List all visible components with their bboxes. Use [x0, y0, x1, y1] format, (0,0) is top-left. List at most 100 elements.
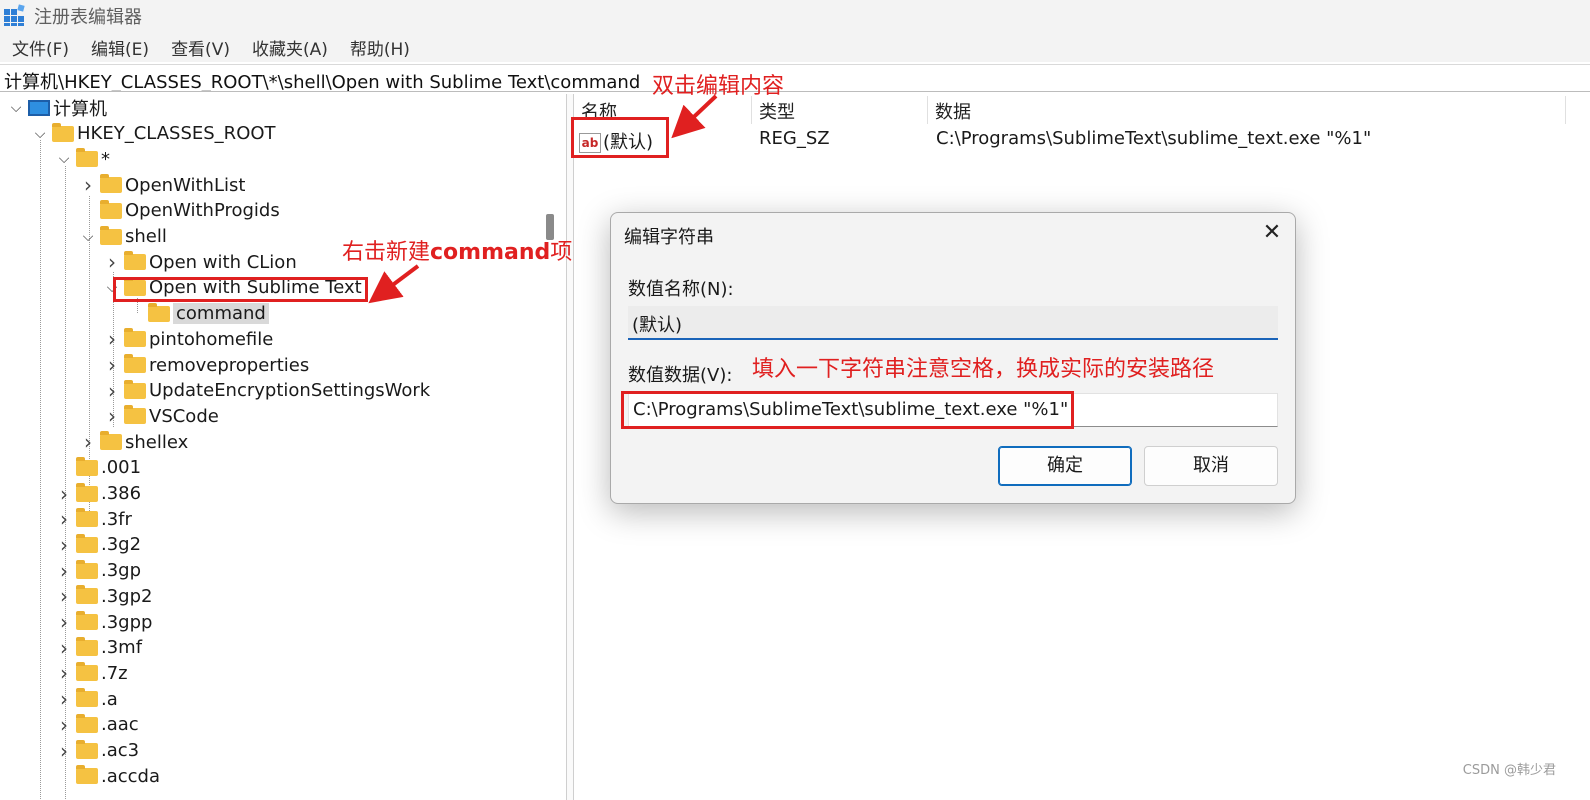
- tree-item[interactable]: › shellex: [80, 429, 188, 455]
- folder-icon: [124, 251, 146, 271]
- tree-item-label: .3gpp: [101, 611, 153, 633]
- tree-item[interactable]: › .3gp: [56, 558, 141, 584]
- tree-item[interactable]: ⌵ HKEY_CLASSES_ROOT: [32, 121, 276, 147]
- chevron-right-icon[interactable]: ›: [104, 404, 120, 428]
- column-separator[interactable]: [1565, 96, 1566, 124]
- tree-item-label: *: [101, 148, 110, 170]
- folder-icon: [100, 174, 122, 194]
- tree-item[interactable]: ⌵ *: [56, 146, 110, 172]
- menu-edit[interactable]: 编辑(E): [83, 32, 157, 63]
- tree-item[interactable]: ⌵ shell: [80, 224, 167, 250]
- folder-icon: [76, 713, 98, 733]
- chevron-right-icon[interactable]: ›: [80, 430, 96, 454]
- tree-item[interactable]: › Open with CLion: [104, 249, 297, 275]
- watermark: CSDN @韩少君: [1462, 763, 1556, 778]
- chevron-right-icon[interactable]: ›: [80, 173, 96, 197]
- chevron-right-icon[interactable]: ›: [56, 559, 72, 583]
- folder-icon: [100, 225, 122, 245]
- chevron-down-icon[interactable]: ⌵: [32, 126, 48, 142]
- folder-icon: [100, 431, 122, 451]
- chevron-right-icon[interactable]: ›: [56, 507, 72, 531]
- tree-item-label: HKEY_CLASSES_ROOT: [77, 123, 276, 145]
- menu-bar: 文件(F) 编辑(E) 查看(V) 收藏夹(A) 帮助(H): [0, 32, 1590, 62]
- chevron-right-icon[interactable]: ›: [56, 687, 72, 711]
- menu-favorites[interactable]: 收藏夹(A): [244, 32, 336, 63]
- tree-item[interactable]: .accda: [56, 763, 160, 789]
- annotation-box-sublime-key: [113, 277, 368, 302]
- tree-item[interactable]: › .3gpp: [56, 609, 152, 635]
- folder-icon: [100, 199, 122, 219]
- tree-item[interactable]: › UpdateEncryptionSettingsWork: [104, 378, 430, 404]
- column-header-type[interactable]: 类型: [759, 98, 795, 124]
- address-bar[interactable]: 计算机\HKEY_CLASSES_ROOT\*\shell\Open with …: [0, 64, 1590, 92]
- tree-item[interactable]: › .a: [56, 686, 118, 712]
- tree-item[interactable]: › .aac: [56, 712, 139, 738]
- tree-item[interactable]: command: [128, 301, 269, 327]
- tree-item[interactable]: › .3gp2: [56, 583, 152, 609]
- chevron-down-icon[interactable]: ⌵: [56, 151, 72, 167]
- annotation-fill-in-text: 填入一下字符串注意空格，换成实际的安装路径: [752, 357, 1215, 382]
- tree-item[interactable]: › .3fr: [56, 506, 132, 532]
- tree-item[interactable]: OpenWithProgids: [80, 198, 280, 224]
- annotation-right-click-prefix: 右击新建: [342, 240, 431, 265]
- chevron-right-icon[interactable]: ›: [56, 661, 72, 685]
- tree-item-label: shell: [125, 226, 167, 247]
- chevron-right-icon[interactable]: ›: [56, 739, 72, 763]
- column-header-data[interactable]: 数据: [935, 98, 971, 124]
- annotation-box-data-value: [621, 391, 1074, 429]
- ok-button[interactable]: 确定: [998, 446, 1132, 486]
- tree-item[interactable]: › .ac3: [56, 738, 139, 764]
- tree-item-label: command: [173, 303, 269, 325]
- annotation-right-click-suffix: 项: [550, 240, 573, 265]
- chevron-right-icon[interactable]: ›: [56, 610, 72, 634]
- tree-item-label: .3g2: [101, 534, 142, 556]
- tree-item[interactable]: .001: [56, 455, 141, 481]
- chevron-right-icon[interactable]: ›: [56, 533, 72, 557]
- value-name-field[interactable]: (默认): [628, 306, 1278, 340]
- chevron-down-icon[interactable]: ⌵: [80, 229, 96, 245]
- pane-splitter[interactable]: [566, 94, 574, 800]
- registry-app-icon: [4, 4, 26, 27]
- tree-item[interactable]: ⌵ 计算机: [8, 95, 107, 121]
- chevron-right-icon[interactable]: ›: [104, 250, 120, 274]
- tree-item-label: shellex: [125, 431, 189, 453]
- folder-icon: [76, 456, 98, 476]
- folder-icon: [76, 148, 98, 168]
- tree-item[interactable]: › .386: [56, 481, 141, 507]
- tree-item-label: .386: [101, 483, 142, 504]
- chevron-right-icon[interactable]: ›: [104, 353, 120, 377]
- tree-item[interactable]: › pintohomefile: [104, 326, 273, 352]
- value-name-label: 数值名称(N):: [628, 279, 734, 300]
- tree-item[interactable]: › .7z: [56, 660, 128, 686]
- folder-icon: [76, 533, 98, 553]
- tree-item[interactable]: › removeproperties: [104, 352, 309, 378]
- folder-icon: [124, 354, 146, 373]
- cancel-button[interactable]: 取消: [1144, 446, 1278, 486]
- value-type-cell: REG_SZ: [759, 128, 830, 149]
- close-icon[interactable]: ✕: [1259, 219, 1285, 245]
- chevron-right-icon[interactable]: ›: [56, 482, 72, 506]
- menu-file[interactable]: 文件(F): [4, 32, 77, 63]
- tree-item-label: .3gp2: [101, 585, 153, 607]
- tree-item[interactable]: › OpenWithList: [80, 172, 245, 198]
- folder-icon: [124, 328, 146, 348]
- column-separator[interactable]: [927, 96, 928, 124]
- menu-help[interactable]: 帮助(H): [342, 32, 418, 63]
- chevron-right-icon[interactable]: ›: [104, 327, 120, 351]
- tree-item[interactable]: › VSCode: [104, 403, 219, 429]
- column-separator[interactable]: [751, 96, 752, 124]
- chevron-right-icon[interactable]: ›: [56, 636, 72, 660]
- registry-tree[interactable]: ⌵ 计算机 ⌵ HKEY_CLASSES_ROOT ⌵ * › OpenWithList Ope…: [0, 94, 560, 800]
- tree-item-label: Open with CLion: [149, 251, 297, 273]
- tree-item-label: 计算机: [53, 99, 107, 120]
- tree-item-label: .accda: [101, 765, 161, 787]
- chevron-right-icon[interactable]: ›: [104, 379, 120, 403]
- menu-view[interactable]: 查看(V): [163, 32, 238, 63]
- chevron-right-icon[interactable]: ›: [56, 584, 72, 608]
- chevron-right-icon[interactable]: ›: [56, 713, 72, 737]
- tree-item-label: .3mf: [101, 637, 143, 659]
- folder-icon: [76, 611, 98, 630]
- chevron-down-icon[interactable]: ⌵: [8, 100, 24, 116]
- tree-item[interactable]: › .3mf: [56, 635, 142, 661]
- tree-item[interactable]: › .3g2: [56, 532, 141, 558]
